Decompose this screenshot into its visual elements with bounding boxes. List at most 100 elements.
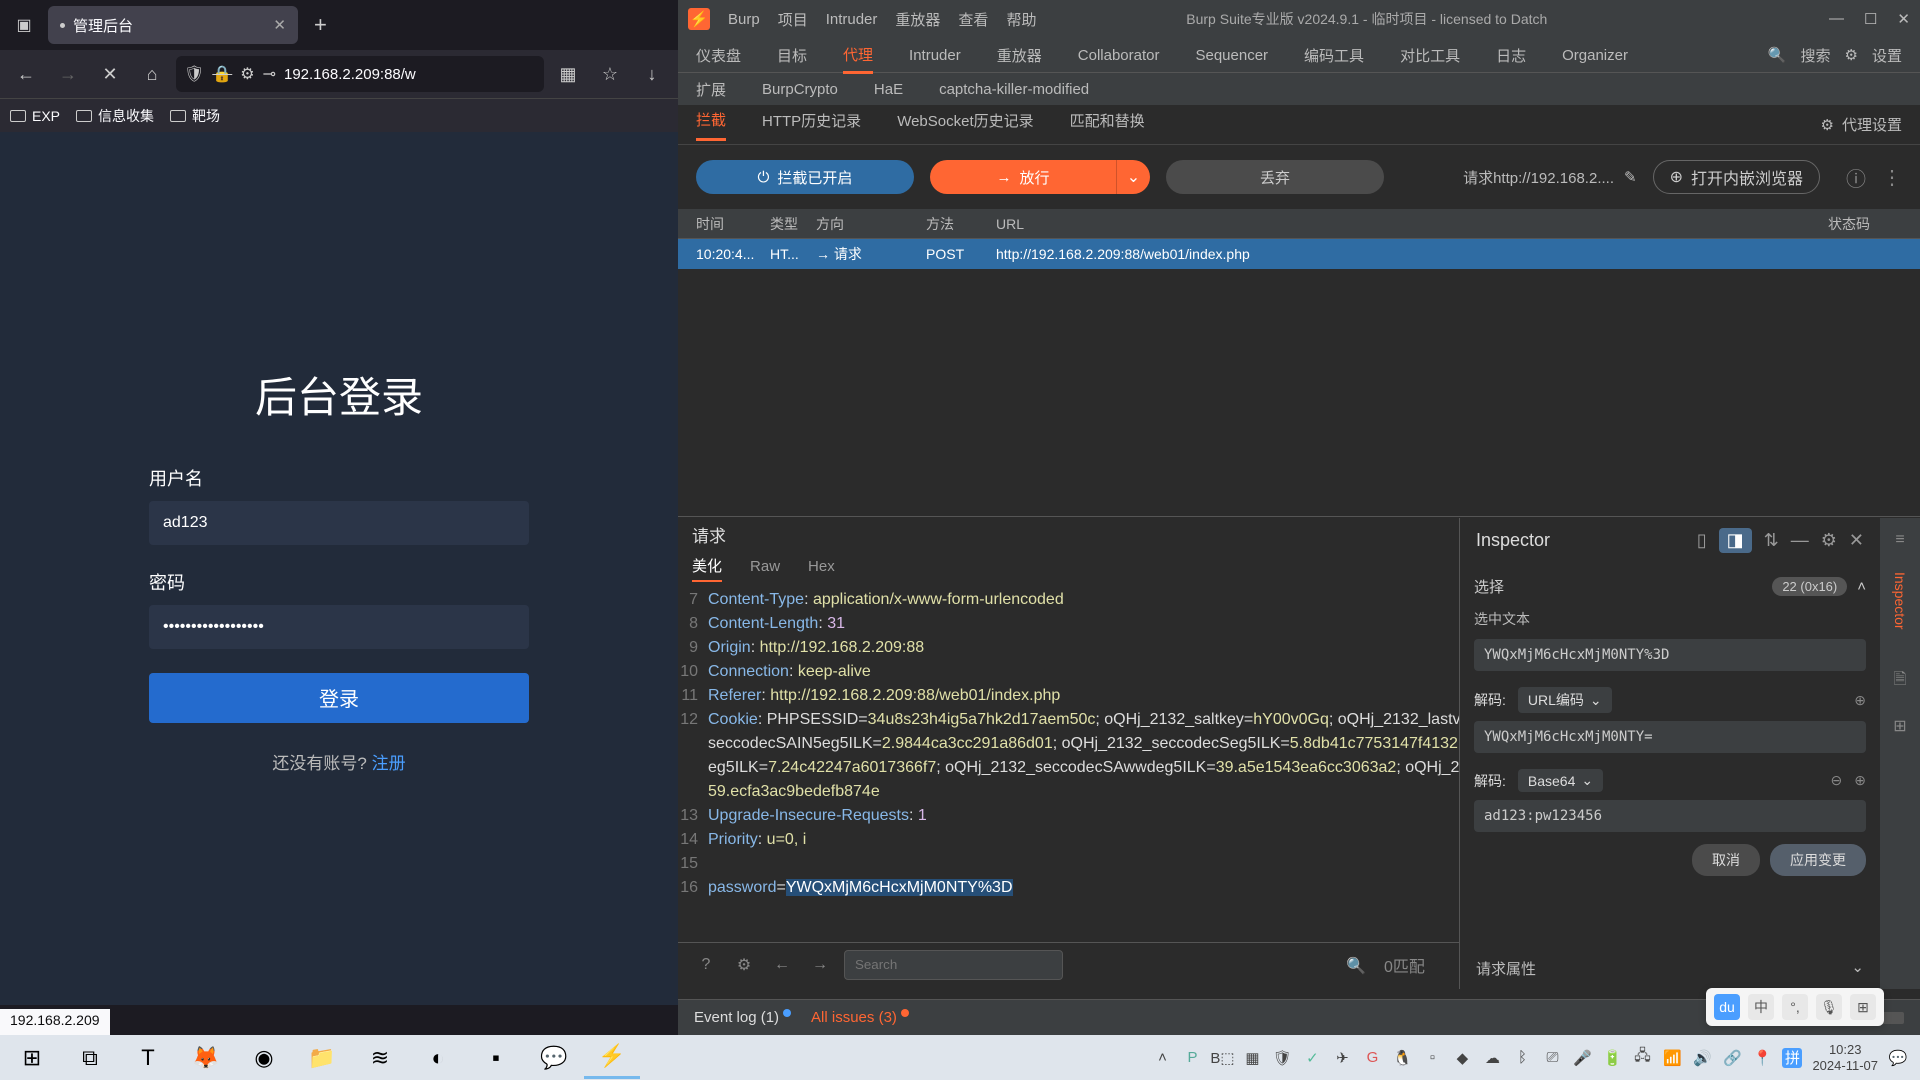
- tray-volume-icon[interactable]: 🔊: [1692, 1048, 1712, 1068]
- decode-type-select-2[interactable]: Base64⌄: [1518, 769, 1603, 792]
- vscode-icon[interactable]: ≋: [352, 1037, 408, 1079]
- notifications-icon[interactable]: 💬: [1888, 1048, 1908, 1068]
- ime-du-icon[interactable]: du: [1714, 994, 1740, 1020]
- side-tab-inspector[interactable]: Inspector: [1892, 572, 1908, 630]
- register-link[interactable]: 注册: [372, 754, 406, 773]
- gear-icon[interactable]: ⚙: [1821, 530, 1837, 551]
- taskbar-clock[interactable]: 10:23 2024-11-07: [1812, 1042, 1878, 1074]
- chat-icon[interactable]: 💬: [526, 1037, 582, 1079]
- col-method[interactable]: 方法: [918, 214, 988, 234]
- side-filter-icon[interactable]: ⊞: [1888, 714, 1912, 738]
- tab-captcha[interactable]: captcha-killer-modified: [939, 81, 1089, 98]
- tray-penguin-icon[interactable]: 🐧: [1392, 1048, 1412, 1068]
- bookmark-target[interactable]: 靶场: [170, 106, 220, 126]
- intercept-toggle-button[interactable]: ⏻拦截已开启: [696, 160, 914, 194]
- view-split-icon[interactable]: ◨: [1719, 528, 1752, 553]
- tab-extensions[interactable]: 扩展: [696, 79, 726, 100]
- tray-bluetooth-icon[interactable]: ᛒ: [1512, 1048, 1532, 1068]
- tab-decoder[interactable]: 编码工具: [1304, 45, 1364, 66]
- inspector-cancel-button[interactable]: 取消: [1692, 844, 1760, 876]
- all-issues-button[interactable]: All issues (3): [811, 1009, 909, 1026]
- terminal-icon[interactable]: ▪: [468, 1037, 524, 1079]
- tray-telegram-icon[interactable]: ✈: [1332, 1048, 1352, 1068]
- search-prev-icon[interactable]: ←: [768, 951, 796, 979]
- back-button[interactable]: ←: [8, 56, 44, 92]
- search-next-icon[interactable]: →: [806, 951, 834, 979]
- tab-collaborator[interactable]: Collaborator: [1078, 47, 1160, 64]
- request-list-empty-area[interactable]: [678, 269, 1920, 516]
- home-button[interactable]: ⌂: [134, 56, 170, 92]
- start-button[interactable]: ⊞: [4, 1037, 60, 1079]
- permissions-icon[interactable]: ⚙: [240, 64, 254, 84]
- proxy-tab-ws-history[interactable]: WebSocket历史记录: [897, 110, 1033, 139]
- tray-shield-icon[interactable]: 🛡: [1272, 1048, 1292, 1068]
- taskview-icon[interactable]: ⧉: [62, 1037, 118, 1079]
- tab-logger[interactable]: 日志: [1496, 45, 1526, 66]
- gear-icon[interactable]: ⚙: [730, 951, 758, 979]
- tab-intruder[interactable]: Intruder: [909, 47, 961, 64]
- request-row[interactable]: 10:20:4... HT... → 请求 POST http://192.16…: [678, 239, 1920, 269]
- tray-wifi-icon[interactable]: 📶: [1662, 1048, 1682, 1068]
- proxy-tab-intercept[interactable]: 拦截: [696, 109, 726, 141]
- tray-g-icon[interactable]: G: [1362, 1048, 1382, 1068]
- tray-app2-icon[interactable]: ▫: [1422, 1048, 1442, 1068]
- decode-1-value[interactable]: YWQxMjM6cHcxMjM0NTY=: [1474, 721, 1866, 753]
- add-decode-icon[interactable]: ⊕: [1854, 692, 1866, 709]
- tray-check-icon[interactable]: ✓: [1302, 1048, 1322, 1068]
- more-icon[interactable]: ⋮: [1882, 165, 1902, 190]
- close-icon[interactable]: ✕: [1897, 10, 1910, 28]
- bookmark-exp[interactable]: EXP: [10, 108, 60, 124]
- inspector-select-header[interactable]: 选择 22 (0x16) ˄: [1474, 570, 1866, 603]
- inspector-footer[interactable]: 请求属性 ⌄: [1460, 948, 1880, 989]
- ime-grid-icon[interactable]: ⊞: [1850, 994, 1876, 1020]
- tab-dashboard[interactable]: 仪表盘: [696, 45, 741, 66]
- remove-decode-icon[interactable]: ⊖: [1831, 772, 1843, 789]
- editor-tab-raw[interactable]: Raw: [750, 558, 780, 579]
- downloads-icon[interactable]: ↓: [634, 56, 670, 92]
- tab-proxy[interactable]: 代理: [843, 44, 873, 74]
- tray-network-icon[interactable]: 🖧: [1632, 1048, 1652, 1068]
- edge-icon[interactable]: ◐: [410, 1037, 466, 1079]
- tray-usb-icon[interactable]: ⎚: [1542, 1048, 1562, 1068]
- view-single-icon[interactable]: ▯: [1697, 530, 1707, 551]
- tray-ime-icon[interactable]: 拼: [1782, 1048, 1802, 1068]
- close-icon[interactable]: ✕: [1849, 530, 1864, 551]
- inspector-apply-button[interactable]: 应用变更: [1770, 844, 1866, 876]
- new-tab-button[interactable]: +: [306, 12, 335, 38]
- recent-tabs-icon[interactable]: ▣: [8, 9, 40, 41]
- password-input[interactable]: [149, 605, 529, 649]
- tab-sequencer[interactable]: Sequencer: [1195, 47, 1268, 64]
- open-browser-button[interactable]: ⊕打开内嵌浏览器: [1653, 160, 1820, 194]
- shield-icon[interactable]: 🛡: [184, 64, 204, 84]
- stop-button[interactable]: ✕: [92, 56, 128, 92]
- tray-bx-icon[interactable]: B⬚: [1212, 1048, 1232, 1068]
- bookmark-info[interactable]: 信息收集: [76, 106, 154, 126]
- tray-link-icon[interactable]: 🔗: [1722, 1048, 1742, 1068]
- url-bar[interactable]: 🛡 🔒 ⚙ ⊸ 192.168.2.209:88/w: [176, 56, 544, 92]
- edit-icon[interactable]: ✎: [1624, 168, 1637, 186]
- bookmark-star-icon[interactable]: ☆: [592, 56, 628, 92]
- forward-dropdown-button[interactable]: ⌄: [1116, 160, 1150, 194]
- side-icon-1[interactable]: ≡: [1888, 528, 1912, 552]
- editor-tab-pretty[interactable]: 美化: [692, 555, 722, 582]
- explorer-icon[interactable]: 📁: [294, 1037, 350, 1079]
- proxy-tab-match-replace[interactable]: 匹配和替换: [1070, 110, 1145, 139]
- menu-project[interactable]: 项目: [778, 9, 808, 30]
- menu-repeater[interactable]: 重放器: [895, 9, 940, 30]
- forward-button[interactable]: →放行: [930, 160, 1116, 194]
- selected-text-value[interactable]: YWQxMjM6cHcxMjM0NTY%3D: [1474, 639, 1866, 671]
- col-status[interactable]: 状态码: [1820, 214, 1910, 234]
- maximize-icon[interactable]: ☐: [1864, 10, 1877, 28]
- tab-repeater[interactable]: 重放器: [997, 45, 1042, 66]
- key-icon[interactable]: ⊸: [263, 64, 276, 84]
- tab-burpcrypto[interactable]: BurpCrypto: [762, 81, 838, 98]
- menu-view[interactable]: 查看: [958, 9, 988, 30]
- search-icon[interactable]: 🔍: [1768, 46, 1787, 64]
- tray-battery-icon[interactable]: 🔋: [1602, 1048, 1622, 1068]
- ime-zhong-icon[interactable]: 中: [1748, 994, 1774, 1020]
- side-notes-icon[interactable]: 🗎: [1888, 670, 1912, 694]
- add-decode-icon[interactable]: ⊕: [1854, 772, 1866, 789]
- ime-punct-icon[interactable]: °,: [1782, 994, 1808, 1020]
- firefox-icon[interactable]: 🦊: [178, 1037, 234, 1079]
- help-icon[interactable]: ⓘ: [1846, 163, 1866, 192]
